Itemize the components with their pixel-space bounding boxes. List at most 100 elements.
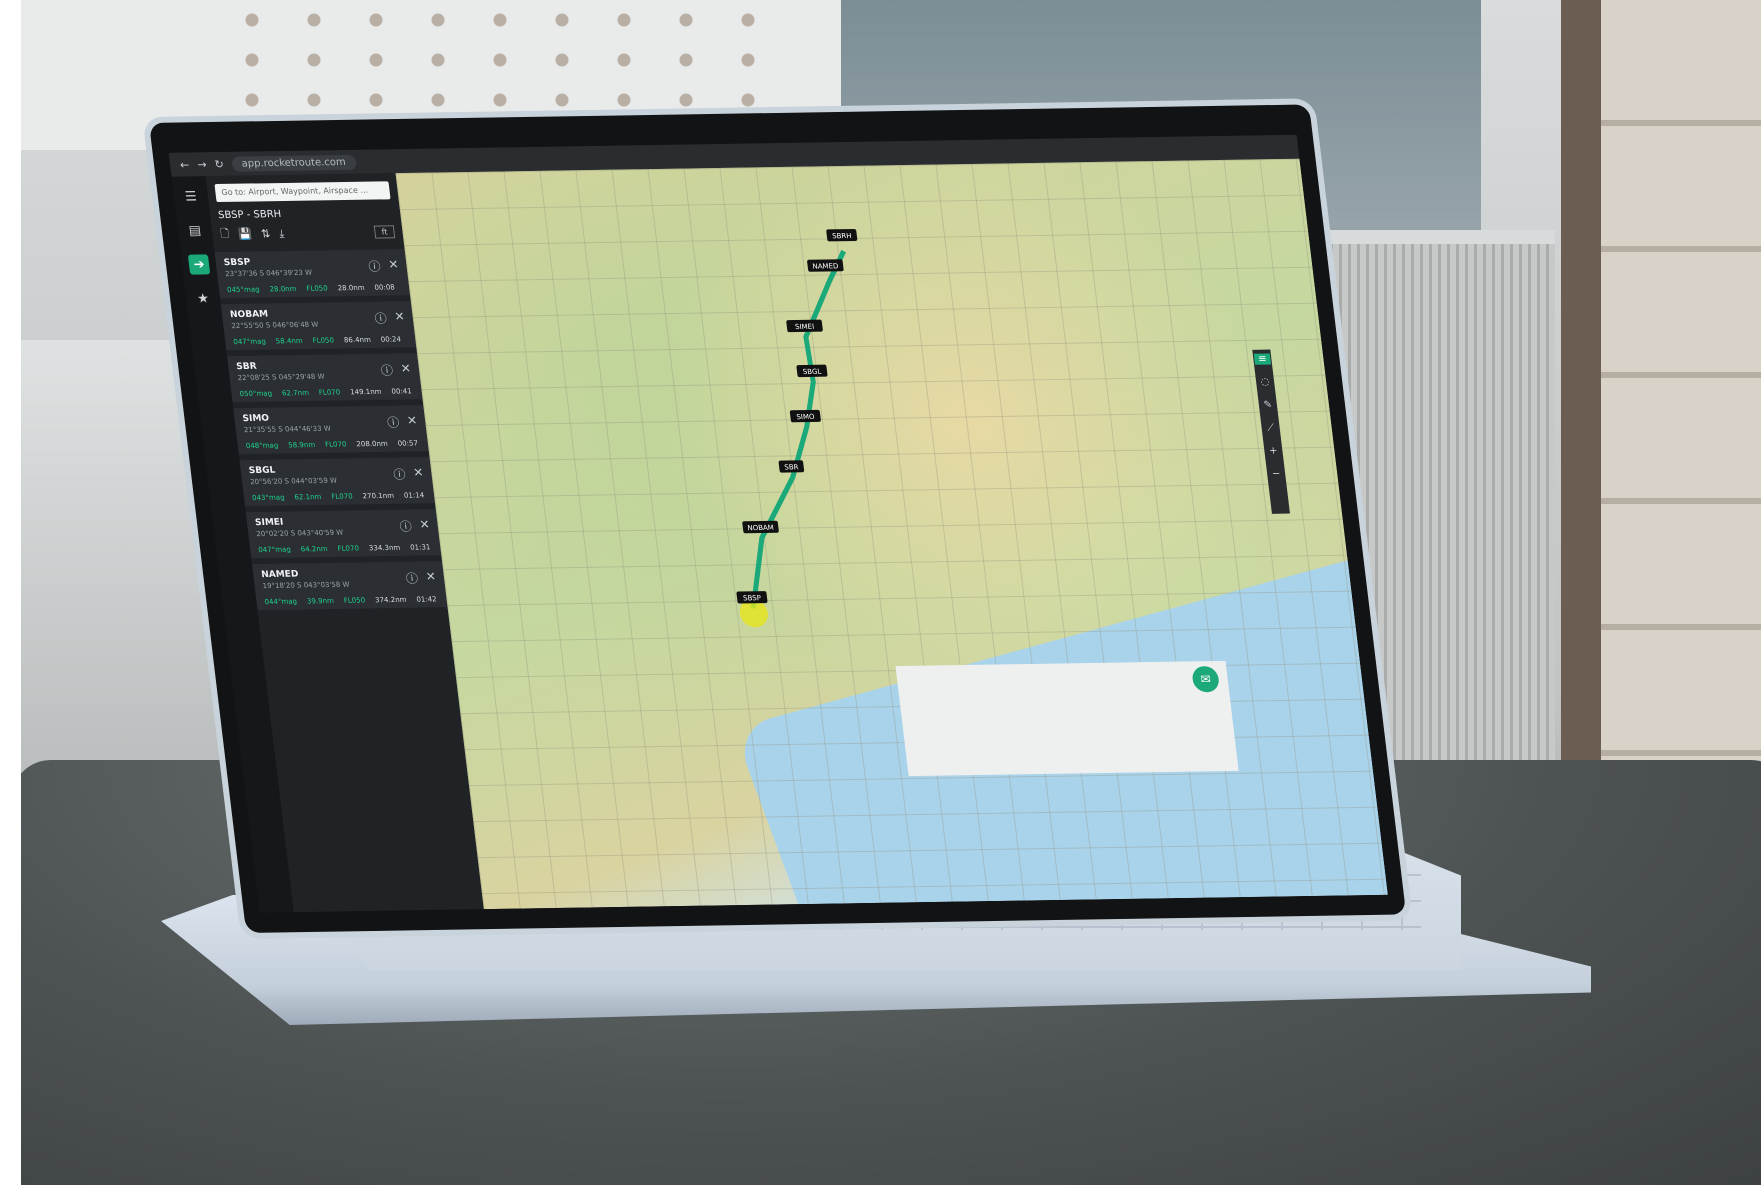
waypoint-card[interactable]: SIMEI 20°02'20 S 043°40'59 Wⓘ ✕ 047°mag 64.2… <box>245 509 442 559</box>
info-icon[interactable]: ⓘ <box>374 310 388 327</box>
save-icon[interactable]: 💾 <box>238 228 253 241</box>
leg-value: 208.0nm <box>355 439 389 449</box>
close-icon[interactable]: ✕ <box>412 465 424 482</box>
ruler-icon[interactable]: ⟋ <box>1262 423 1279 434</box>
close-icon[interactable]: ✕ <box>394 309 406 326</box>
star-icon[interactable]: ★ <box>192 288 214 308</box>
waypoint-card[interactable]: SBSP 23°37'36 S 046°39'23 Wⓘ ✕ 045°mag 28.0n… <box>214 249 411 299</box>
route-overlay: SBRH NAMED SIMEI SBGL SIMO SBR NOBAM SBSP <box>736 228 858 628</box>
leg-value: 045°mag <box>226 285 261 295</box>
reload-icon[interactable]: ↻ <box>214 157 225 170</box>
laptop-lid: ← → ↻ app.rocketroute.com ☰ ▤ ➔ ★ Go to:… <box>149 104 1407 933</box>
leg-value: 00:08 <box>374 283 396 292</box>
info-icon[interactable]: ⓘ <box>380 362 394 379</box>
leg-info: 045°mag 28.0nm FL050 28.0nm 00:08 <box>227 283 402 294</box>
svg-text:SIMO: SIMO <box>796 412 816 421</box>
forward-icon[interactable]: → <box>196 158 207 171</box>
reverse-route-icon[interactable]: ⇅ <box>260 227 271 240</box>
leg-value: 39.9nm <box>306 596 335 606</box>
close-icon[interactable]: ✕ <box>406 413 418 430</box>
svg-text:NAMED: NAMED <box>812 261 839 270</box>
waypoint-card[interactable]: SBR 22°08'25 S 045°29'48 Wⓘ ✕ 050°mag 62.7nm… <box>227 353 423 403</box>
info-icon[interactable]: ⓘ <box>367 258 382 275</box>
leg-value: 374.2nm <box>374 595 407 605</box>
leg-value: 58.4nm <box>275 336 304 346</box>
leg-value: 00:24 <box>380 335 402 344</box>
waypoint-card[interactable]: SIMO 21°35'55 S 044°46'33 Wⓘ ✕ 048°mag 58.9n… <box>233 405 429 455</box>
leg-info: 050°mag 62.7nm FL070 149.1nm 00:41 <box>239 387 414 398</box>
leg-value: 043°mag <box>251 493 286 503</box>
photo-scene: ← → ↻ app.rocketroute.com ☰ ▤ ➔ ★ Go to:… <box>21 0 1761 1185</box>
pencil-icon[interactable]: ✎ <box>1259 400 1276 411</box>
leg-value: 01:42 <box>415 595 438 604</box>
map-waypoint-label[interactable]: SBGL <box>796 364 828 378</box>
leg-value: 01:31 <box>409 543 431 552</box>
leg-value: 149.1nm <box>349 387 382 397</box>
background-pillar <box>1561 0 1601 780</box>
back-icon[interactable]: ← <box>179 158 190 171</box>
info-icon[interactable]: ⓘ <box>386 414 400 431</box>
close-icon[interactable]: ✕ <box>387 257 399 274</box>
close-icon[interactable]: ✕ <box>419 517 431 534</box>
list-icon[interactable]: ▤ <box>184 220 206 240</box>
leg-value: 00:57 <box>397 439 419 448</box>
svg-text:NOBAM: NOBAM <box>747 523 774 532</box>
leg-info: 044°mag 39.9nm FL050 374.2nm 01:42 <box>264 595 439 606</box>
close-icon[interactable]: ✕ <box>425 569 437 586</box>
map-waypoint-label[interactable]: SBSP <box>736 591 768 604</box>
route-icon[interactable]: ➔ <box>187 254 211 275</box>
leg-value: 28.0nm <box>337 283 366 293</box>
map-waypoint-label[interactable]: NAMED <box>807 259 844 272</box>
unit-selector[interactable]: ft <box>373 225 396 239</box>
svg-text:SBRH: SBRH <box>832 231 852 240</box>
svg-text:SIMEI: SIMEI <box>795 322 815 331</box>
info-icon[interactable]: ⓘ <box>392 466 407 483</box>
leg-value: 86.4nm <box>343 335 372 345</box>
route-line <box>750 249 846 609</box>
leg-value: 28.0nm <box>269 284 297 294</box>
map-waypoint-label[interactable]: SIMEI <box>786 319 823 333</box>
leg-value: 62.1nm <box>294 492 322 502</box>
leg-value: 050°mag <box>239 389 273 399</box>
map-waypoint-label[interactable]: NOBAM <box>742 520 779 534</box>
leg-info: 043°mag 62.1nm FL070 270.1nm 01:14 <box>252 491 427 502</box>
measure-icon[interactable]: ◌ <box>1257 377 1274 388</box>
route-toolbar: 🗋 💾 ⇅ ⤓ ft <box>219 222 396 244</box>
svg-text:SBGL: SBGL <box>802 367 822 376</box>
leg-value: 048°mag <box>245 441 279 451</box>
leg-value: 044°mag <box>264 597 298 607</box>
map-waypoint-label[interactable]: SIMO <box>789 409 821 423</box>
map-waypoint-label[interactable]: SBRH <box>826 228 858 242</box>
leg-info: 047°mag 64.2nm FL070 334.3nm 01:31 <box>258 543 433 554</box>
leg-value: 047°mag <box>232 337 267 347</box>
zoom-out-icon[interactable]: − <box>1268 469 1285 480</box>
waypoint-card[interactable]: SBGL 20°56'20 S 044°03'59 Wⓘ ✕ 043°mag 62.1n… <box>239 457 436 507</box>
zoom-in-icon[interactable]: + <box>1265 446 1282 457</box>
svg-text:SBSP: SBSP <box>743 593 762 602</box>
waypoint-card[interactable]: NAMED 19°18'20 S 043°03'58 Wⓘ ✕ 044°mag 39.9… <box>252 561 448 611</box>
leg-value: FL070 <box>337 544 360 553</box>
info-icon[interactable]: ⓘ <box>399 518 413 535</box>
leg-value: FL070 <box>318 388 341 397</box>
leg-value: 62.7nm <box>281 388 310 398</box>
aeronautical-map[interactable]: SBRH NAMED SIMEI SBGL SIMO SBR NOBAM SBSP ≡ ◌ ✎… <box>395 158 1388 910</box>
layers-icon[interactable]: ≡ <box>1253 353 1272 365</box>
leg-value: FL070 <box>324 440 347 449</box>
background-brick-wall <box>1601 0 1761 800</box>
leg-value: FL050 <box>343 596 366 605</box>
leg-value: 01:14 <box>403 491 425 500</box>
route-title[interactable]: SBSP - SBRH <box>218 207 393 221</box>
leg-value: FL050 <box>312 336 335 345</box>
address-bar[interactable]: app.rocketroute.com <box>230 154 357 172</box>
close-icon[interactable]: ✕ <box>400 361 412 378</box>
leg-value: 64.2nm <box>300 544 329 554</box>
menu-icon[interactable]: ☰ <box>180 186 202 206</box>
map-waypoint-label[interactable]: SBR <box>778 460 805 473</box>
info-box <box>895 660 1239 777</box>
waypoint-card[interactable]: NOBAM 22°55'50 S 046°06'48 Wⓘ ✕ 047°mag 58.4… <box>220 301 417 351</box>
leg-value: 334.3nm <box>368 543 401 553</box>
download-icon[interactable]: ⤓ <box>278 227 285 241</box>
new-file-icon[interactable]: 🗋 <box>219 225 230 244</box>
info-icon[interactable]: ⓘ <box>405 570 419 587</box>
search-input[interactable]: Go to: Airport, Waypoint, Airspace ... <box>214 181 391 203</box>
